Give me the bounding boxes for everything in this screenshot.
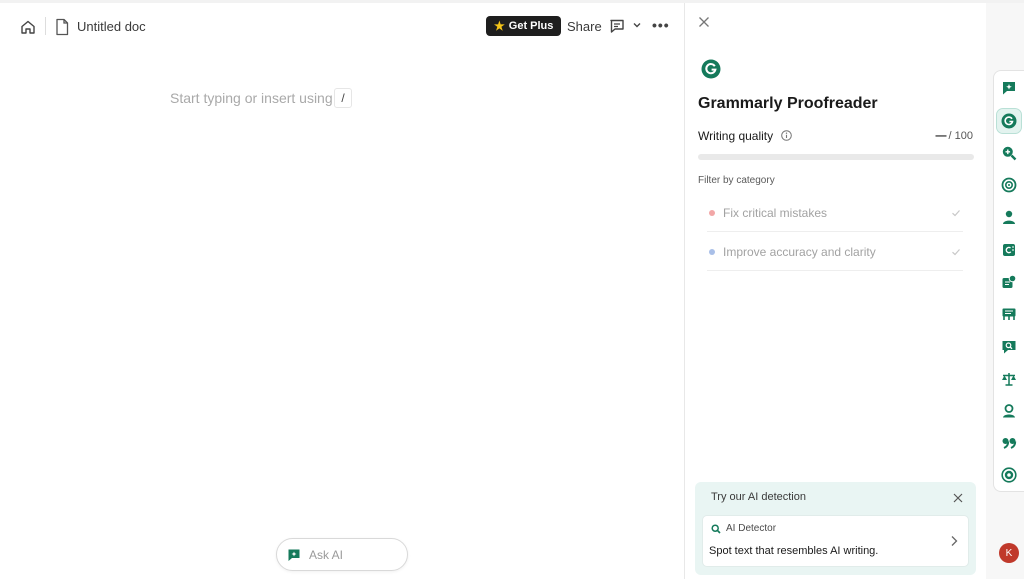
score-value: — [935,130,947,142]
score-max: / 100 [948,130,973,142]
rail-balance[interactable] [997,367,1021,391]
divider [45,17,46,35]
writing-quality-progress [698,154,974,160]
more-options-icon[interactable]: ••• [652,17,670,33]
document-icon [56,18,69,36]
quote-icon [1002,438,1017,449]
category-improve-accuracy[interactable]: Improve accuracy and clarity [707,233,963,271]
panel-title: Grammarly Proofreader [698,95,878,112]
editor-topbar: Untitled doc ★ Get Plus Share ••• [0,3,684,49]
writing-quality-score: —/ 100 [936,130,973,142]
ask-ai-button[interactable]: Ask AI [276,538,408,571]
globe-icon [1001,467,1017,483]
balance-icon [1002,373,1016,386]
chevron-right-icon [951,536,958,546]
citation-icon [1003,244,1015,256]
status-dot [709,248,715,255]
category-fix-critical-mistakes[interactable]: Fix critical mistakes [707,194,963,232]
proofreader-panel: Grammarly Proofreader Writing quality — /… [684,3,986,579]
ai-card-title: Try our AI detection [711,491,806,503]
status-dot [709,209,715,216]
editor-placeholder[interactable]: Start typing or insert using [170,90,333,106]
plagiarism-check-icon [1002,341,1016,354]
target-icon [1001,177,1017,193]
share-button[interactable]: Share [567,19,602,34]
rail-citation[interactable] [997,238,1021,262]
rail-globe[interactable] [997,463,1021,487]
user-icon [1003,210,1015,224]
category-label: Fix critical mistakes [723,205,828,220]
ai-detector-link[interactable]: AI Detector Spot text that resembles AI … [702,515,969,567]
get-plus-button[interactable]: ★ Get Plus [486,16,562,36]
rail-ai-chat[interactable] [997,76,1021,100]
slash-command-hint: / [334,88,352,108]
rail-search-zoom[interactable] [997,141,1021,165]
right-rail [993,70,1024,492]
rail-profile[interactable] [997,399,1021,423]
check-icon [952,248,960,255]
profile-icon [1003,404,1015,418]
ai-detector-tag: AI Detector [711,523,776,534]
ai-detector-label: AI Detector [726,523,777,534]
ai-detector-description: Spot text that resembles AI writing. [709,545,879,557]
grammarly-logo-icon [701,59,721,79]
editor-area[interactable]: Untitled doc ★ Get Plus Share ••• Start … [0,3,684,579]
rail-user[interactable] [997,205,1021,229]
search-icon [711,523,721,534]
document-title[interactable]: Untitled doc [77,19,146,34]
info-icon[interactable] [781,130,792,141]
rail-plagiarism-check[interactable] [997,335,1021,359]
comment-icon[interactable] [609,18,625,34]
ai-chat-icon [288,549,300,561]
check-icon [952,209,960,216]
chevron-down-icon[interactable] [632,20,642,30]
rail-quote[interactable] [997,431,1021,455]
get-plus-label: Get Plus [508,20,554,32]
search-zoom-icon [1002,146,1017,161]
writing-quality-label: Writing quality [698,129,774,143]
reader-icon [1002,308,1016,320]
rail-target[interactable] [997,173,1021,197]
close-icon[interactable] [952,492,964,504]
expert-review-icon [1002,274,1017,288]
star-icon: ★ [494,19,505,33]
home-button[interactable] [18,17,38,37]
rail-grammarly-proofreader[interactable] [996,108,1022,134]
ask-ai-label: Ask AI [309,547,344,562]
rail-reader[interactable] [997,302,1021,326]
ai-detection-card: Try our AI detection AI Detector Spot te… [695,482,976,575]
avatar[interactable]: K [999,543,1019,563]
ai-chat-icon [1003,82,1015,95]
category-label: Improve accuracy and clarity [723,244,876,259]
close-icon[interactable] [697,15,711,29]
grammarly-proofreader-icon [1001,113,1017,129]
home-icon [21,20,35,34]
filter-label: Filter by category [698,175,775,186]
rail-expert-review[interactable] [997,270,1021,294]
